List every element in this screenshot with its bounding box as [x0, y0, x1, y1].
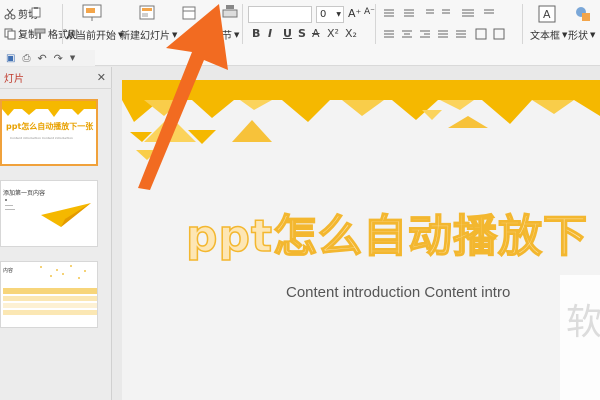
annotation-arrow-icon [138, 4, 228, 190]
presentation-window: 剪切 复制 格式刷 从当前开始 ▼ 新建幻灯片 ▼ 节 ▼ 0 ▼ A⁺ A⁻ … [0, 0, 600, 400]
